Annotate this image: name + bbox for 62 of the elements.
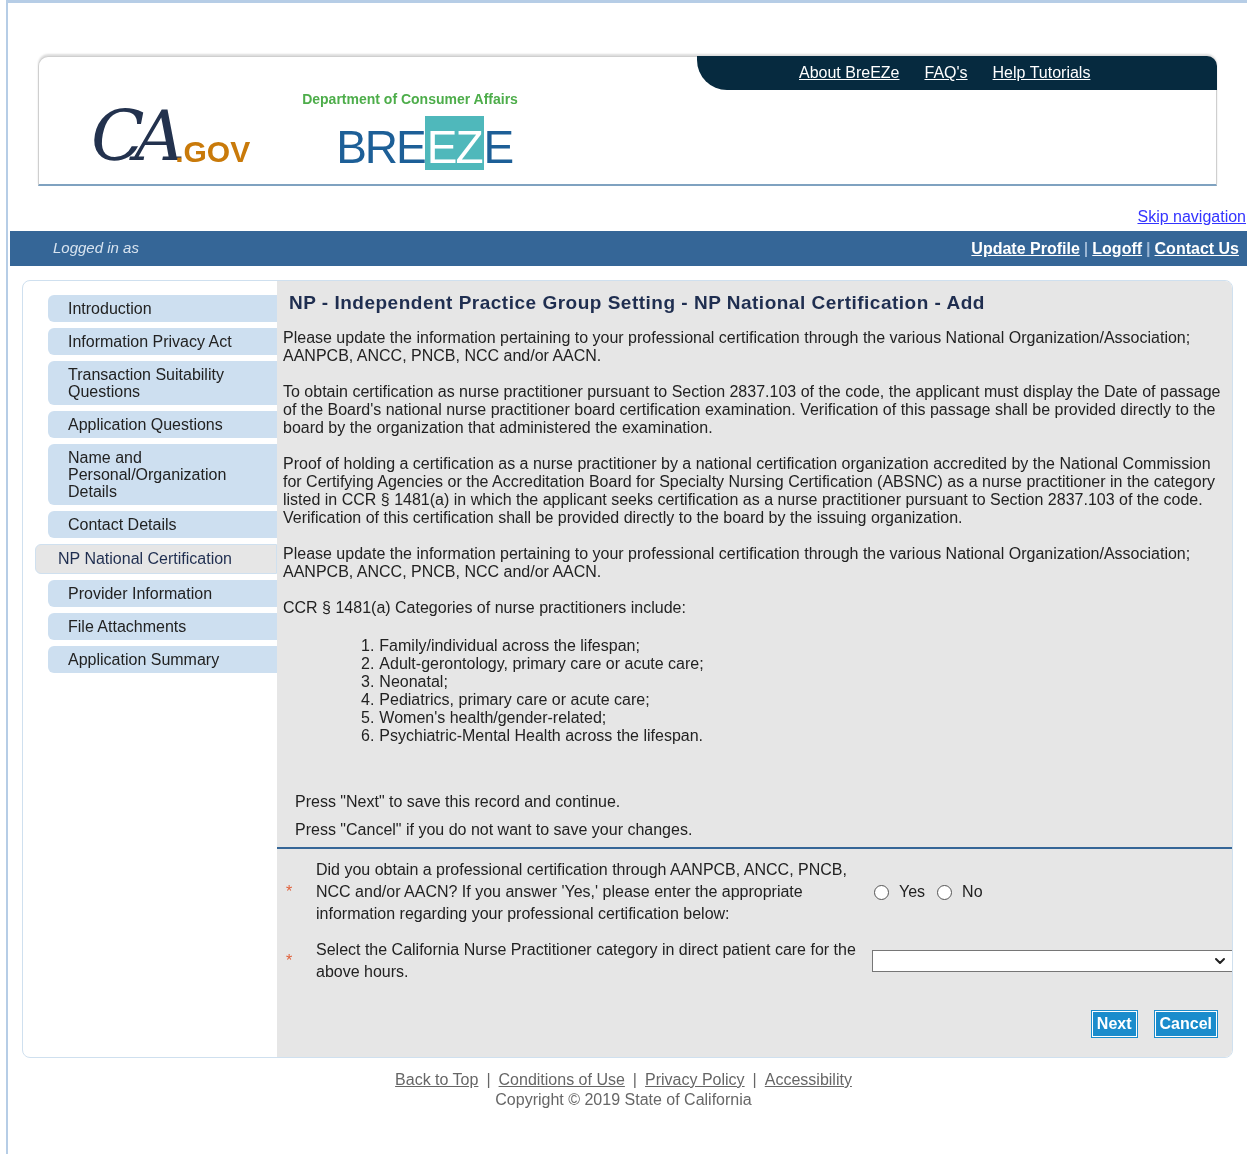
- question-text: Did you obtain a professional certification through AANPCB, ANCC, PNCB, NCC and/or AACN? If you answer 'Yes,' please enter the appropriate information regarding your professional certification below:: [316, 860, 848, 924]
- sidebar-item[interactable]: Application Summary: [48, 646, 277, 673]
- info-paragraph: Please update the information pertaining to your professional certification through the various National Organization/Association; AANPCB, ANCC, PNCB, NCC and/or AACN.: [283, 329, 1192, 365]
- sidebar-item[interactable]: Name and Personal/Organization Details: [48, 444, 277, 505]
- skip-navigation-link[interactable]: Skip navigation: [1137, 205, 1246, 229]
- radio-option[interactable]: No: [937, 881, 983, 903]
- category-item: Pediatrics, primary care or acute care;: [379, 691, 650, 709]
- required-mark: *: [285, 882, 294, 902]
- sidebar-item[interactable]: Application Questions: [48, 411, 277, 438]
- info-paragraph: CCR § 1481(a) Categories of nurse practitioners include:: [283, 599, 687, 617]
- category-item: Adult-gerontology, primary care or acute care;: [379, 655, 704, 673]
- sidebar-item[interactable]: Introduction: [48, 295, 277, 322]
- link-separator: |: [486, 1070, 491, 1090]
- footer-link[interactable]: Conditions of Use: [498, 1070, 625, 1090]
- info-paragraph: To obtain certification as nurse practitioner pursuant to Section 2837.103 of the code, the applicant must display the Date of passage of the Board's national nurse practitioner board certification examination. Verification of this passage shall be provided directly to the board by the organization that administered the examination.: [283, 383, 1222, 437]
- link-separator: |: [1146, 238, 1151, 259]
- info-paragraph: Please update the information pertaining to your professional certification through the various National Organization/Association; AANPCB, ANCC, PNCB, NCC and/or AACN.: [283, 545, 1192, 581]
- ca-gov-logo: CA.GOV: [91, 94, 251, 171]
- logged-in-label: Logged in as: [53, 238, 139, 259]
- list-number: 6.: [361, 727, 375, 745]
- sidebar-item[interactable]: NP National Certification: [35, 544, 277, 574]
- user-link[interactable]: Contact Us: [1154, 236, 1239, 261]
- header-link[interactable]: About BreEZe: [799, 61, 900, 85]
- question-text: Select the California Nurse Practitioner category in direct patient care for the above hours.: [316, 940, 857, 982]
- category-item: Women's health/gender-related;: [379, 709, 607, 727]
- instruction-text: Press "Cancel" if you do not want to save your changes.: [295, 821, 694, 839]
- page-title: NP - Independent Practice Group Setting - NP National Certification - Add: [289, 294, 986, 312]
- list-number: 3.: [361, 673, 375, 691]
- user-link[interactable]: Logoff: [1092, 236, 1143, 261]
- footer-link[interactable]: Accessibility: [764, 1070, 852, 1090]
- instruction-text: Press "Next" to save this record and continue.: [295, 793, 622, 811]
- link-separator: |: [1083, 238, 1089, 259]
- list-number: 2.: [361, 655, 375, 673]
- header-link[interactable]: Help Tutorials: [992, 61, 1091, 85]
- link-separator: |: [632, 1070, 637, 1090]
- list-number: 4.: [361, 691, 375, 709]
- category-item: Neonatal;: [379, 673, 448, 691]
- radio-option[interactable]: Yes: [874, 881, 926, 903]
- required-mark: *: [285, 951, 294, 971]
- category-item: Family/individual across the lifespan;: [379, 637, 640, 655]
- copyright-text: Copyright © 2019 State of California: [495, 1090, 752, 1110]
- header-link[interactable]: FAQ's: [924, 61, 968, 85]
- link-separator: |: [752, 1070, 757, 1090]
- radio-button[interactable]: [874, 884, 889, 900]
- sidebar-item[interactable]: File Attachments: [48, 613, 277, 640]
- sidebar-item[interactable]: Transaction Suitability Questions: [48, 361, 277, 405]
- footer-link[interactable]: Back to Top: [395, 1070, 479, 1090]
- form-button[interactable]: Cancel: [1154, 1011, 1217, 1037]
- sidebar-item[interactable]: Provider Information: [48, 580, 277, 607]
- radio-button[interactable]: [937, 884, 953, 900]
- list-number: 1.: [361, 637, 375, 655]
- user-link[interactable]: Update Profile: [971, 236, 1080, 261]
- footer-link[interactable]: Privacy Policy: [645, 1070, 745, 1090]
- department-name: Department of Consumer Affairs: [302, 90, 518, 109]
- form-button[interactable]: Next: [1091, 1011, 1137, 1037]
- category-item: Psychiatric-Mental Health across the lifespan.: [379, 727, 704, 745]
- breeze-logo: BREEZE: [336, 116, 518, 170]
- sidebar-item[interactable]: Contact Details: [48, 511, 277, 538]
- list-number: 5.: [361, 709, 375, 727]
- category-select[interactable]: [872, 950, 1232, 972]
- sidebar-item[interactable]: Information Privacy Act: [48, 328, 277, 355]
- info-paragraph: Proof of holding a certification as a nurse practitioner by a national certification organization accredited by the National Commission for Certifying Agencies or the Accreditation Board for Specialty Nursing Certification (ABSNC) as a nurse practitioner in the category listed in CCR § 1481(a) in which the applicant seeks certification as a nurse practitioner pursuant to Section 2837.103 of the code. Verification of this certification shall be provided directly to the board by the issuing organization.: [283, 455, 1216, 527]
